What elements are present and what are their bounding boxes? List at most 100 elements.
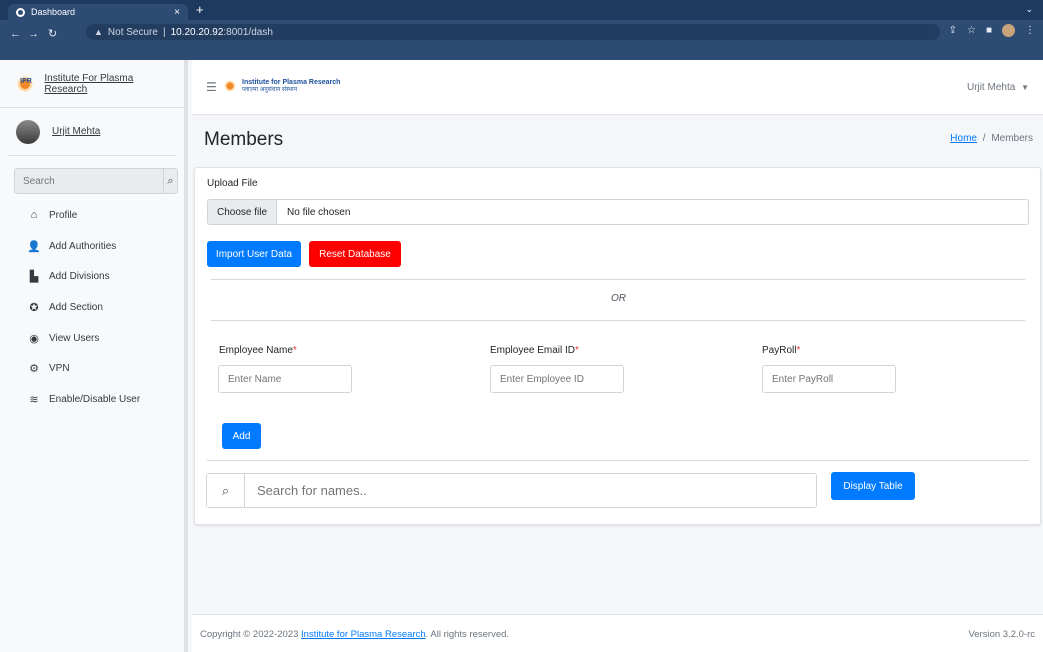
sidebar-item-label: Add Section [49, 301, 103, 313]
breadcrumb: Home / Members [950, 133, 1033, 144]
door-icon: ▙ [29, 271, 39, 284]
logo-line-english: Institute for Plasma Research [242, 78, 341, 86]
breadcrumb-current: Members [991, 133, 1033, 144]
url-path: :8001/dash [223, 26, 273, 38]
url-host: 10.20.20.92 [170, 26, 224, 38]
choose-file-button[interactable]: Choose file [208, 200, 278, 224]
share-icon[interactable]: ⇪ [949, 25, 957, 36]
sidebar-menu: ⌂ Profile 👤 Add Authorities ▙ Add Divisi… [0, 200, 184, 415]
user-dropdown[interactable]: Urjit Mehta ▼ [967, 82, 1029, 93]
eye-icon: ◉ [29, 332, 39, 345]
brand-link[interactable]: Institute For Plasma Research [0, 60, 184, 108]
ipr-logo-icon [222, 78, 238, 94]
profile-avatar-icon[interactable] [1002, 24, 1015, 37]
footer: Copyright © 2022-2023 Institute for Plas… [192, 614, 1043, 652]
divider [211, 320, 1025, 321]
sidebar-item-label: Add Authorities [49, 240, 117, 252]
top-navbar: ☰ Institute for Plasma Research प्लाज़्म… [192, 60, 1043, 115]
search-icon[interactable]: ⌕ [163, 169, 177, 193]
new-tab-icon[interactable]: + [196, 2, 204, 17]
file-input[interactable]: Choose file No file chosen [207, 199, 1029, 225]
copyright-prefix: Copyright © 2022-2023 [200, 629, 299, 640]
warning-icon: ▲ [94, 27, 103, 37]
version-text: Version 3.2.0-rc [968, 629, 1035, 640]
page-title: Members [204, 129, 284, 150]
tab-close-icon[interactable]: × [174, 7, 180, 18]
brand-text: Institute For Plasma Research [44, 72, 134, 95]
user-panel[interactable]: Urjit Mehta [8, 108, 176, 156]
ipr-logo-icon [14, 71, 38, 96]
logo-line-hindi: प्लाज़्मा अनुसंधान संस्थान [242, 86, 298, 93]
sidebar-item-enable-disable-user[interactable]: ≋ Enable/Disable User [0, 384, 184, 415]
name-search: ⌕ [206, 473, 817, 508]
employee-name-label: Employee Name* [219, 345, 297, 356]
sidebar-item-label: VPN [49, 363, 70, 375]
org-link[interactable]: Institute for Plasma Research [301, 629, 426, 640]
sidepanel-icon[interactable]: ■ [986, 25, 992, 36]
back-icon[interactable]: ← [10, 28, 21, 40]
not-secure-label: Not Secure [107, 26, 158, 38]
sidebar-item-add-section[interactable]: ✪ Add Section [0, 292, 184, 323]
tab-title: Dashboard [31, 7, 76, 17]
sidebar-search-input[interactable] [15, 169, 163, 193]
add-button[interactable]: Add [222, 423, 261, 449]
tab-search-icon[interactable]: ⌄ [1025, 4, 1033, 15]
divider [211, 279, 1025, 280]
browser-tab[interactable]: Dashboard × [8, 4, 188, 20]
reload-icon[interactable]: ↻ [48, 27, 57, 40]
employee-email-label: Employee Email ID* [490, 345, 579, 356]
user-plus-icon: 👤 [27, 240, 41, 253]
employee-name-input[interactable] [218, 365, 352, 393]
chrome-favicon-icon [16, 7, 25, 17]
navbar-logo-text: Institute for Plasma Research प्लाज़्मा … [242, 79, 340, 94]
user-dropdown-label: Urjit Mehta [966, 82, 1016, 93]
browser-address-bar: ← → ↻ ▲ Not Secure | 10.20.20.92 :8001/d… [0, 20, 1043, 60]
star-icon[interactable]: ☆ [967, 25, 976, 36]
hamburger-menu-icon[interactable]: ☰ [206, 80, 217, 94]
employee-email-label-text: Employee Email ID [490, 345, 576, 356]
members-card: Upload File Choose file No file chosen I… [194, 167, 1041, 525]
required-mark: * [292, 345, 297, 356]
sidebar: Institute For Plasma Research Urjit Meht… [0, 60, 188, 652]
reset-database-button[interactable]: Reset Database [309, 241, 401, 267]
sidebar-item-label: Add Divisions [49, 271, 110, 283]
sidebar-item-label: View Users [49, 332, 100, 344]
browser-tab-bar: Dashboard × + ⌄ [0, 0, 1043, 20]
cogs-icon: ⚙ [29, 363, 39, 376]
sidebar-item-profile[interactable]: ⌂ Profile [0, 200, 184, 231]
payroll-input[interactable] [762, 365, 896, 393]
display-table-button[interactable]: Display Table [831, 472, 915, 500]
sidebar-item-view-users[interactable]: ◉ View Users [0, 323, 184, 354]
sidebar-item-add-authorities[interactable]: 👤 Add Authorities [0, 231, 184, 262]
caret-down-icon: ▼ [1021, 83, 1029, 92]
forward-icon[interactable]: → [28, 28, 39, 40]
navbar-logo[interactable]: Institute for Plasma Research प्लाज़्मा … [222, 78, 340, 94]
or-separator-text: OR [611, 293, 626, 304]
sidebar-item-label: Enable/Disable User [49, 393, 141, 405]
required-mark: * [796, 345, 801, 356]
upload-file-label: Upload File [207, 178, 258, 189]
breadcrumb-separator: / [982, 133, 986, 144]
copyright-text: Copyright © 2022-2023 Institute for Plas… [200, 629, 509, 640]
breadcrumb-home-link[interactable]: Home [950, 133, 977, 144]
sidebar-search: ⌕ [14, 168, 178, 194]
employee-email-input[interactable] [490, 365, 624, 393]
user-name-link[interactable]: Urjit Mehta [52, 126, 100, 137]
sidebar-item-add-divisions[interactable]: ▙ Add Divisions [0, 261, 184, 292]
user-avatar [16, 119, 40, 144]
employee-name-label-text: Employee Name [219, 345, 293, 356]
sidebar-item-vpn[interactable]: ⚙ VPN [0, 353, 184, 384]
import-user-data-button[interactable]: Import User Data [207, 241, 301, 267]
copyright-suffix: . All rights reserved. [425, 629, 510, 640]
divider [207, 460, 1029, 461]
life-ring-icon: ✪ [29, 301, 39, 314]
content-header: Members Home / Members [192, 115, 1043, 165]
file-status-text: No file chosen [287, 206, 351, 218]
menu-dots-icon[interactable]: ⋮ [1025, 25, 1035, 36]
payroll-label-text: PayRoll [762, 345, 797, 356]
search-icon: ⌕ [207, 474, 245, 507]
url-field[interactable]: ▲ Not Secure | 10.20.20.92 :8001/dash [86, 24, 940, 40]
name-search-input[interactable] [245, 474, 816, 507]
url-separator: | [162, 26, 166, 38]
sidebar-item-label: Profile [49, 209, 78, 221]
